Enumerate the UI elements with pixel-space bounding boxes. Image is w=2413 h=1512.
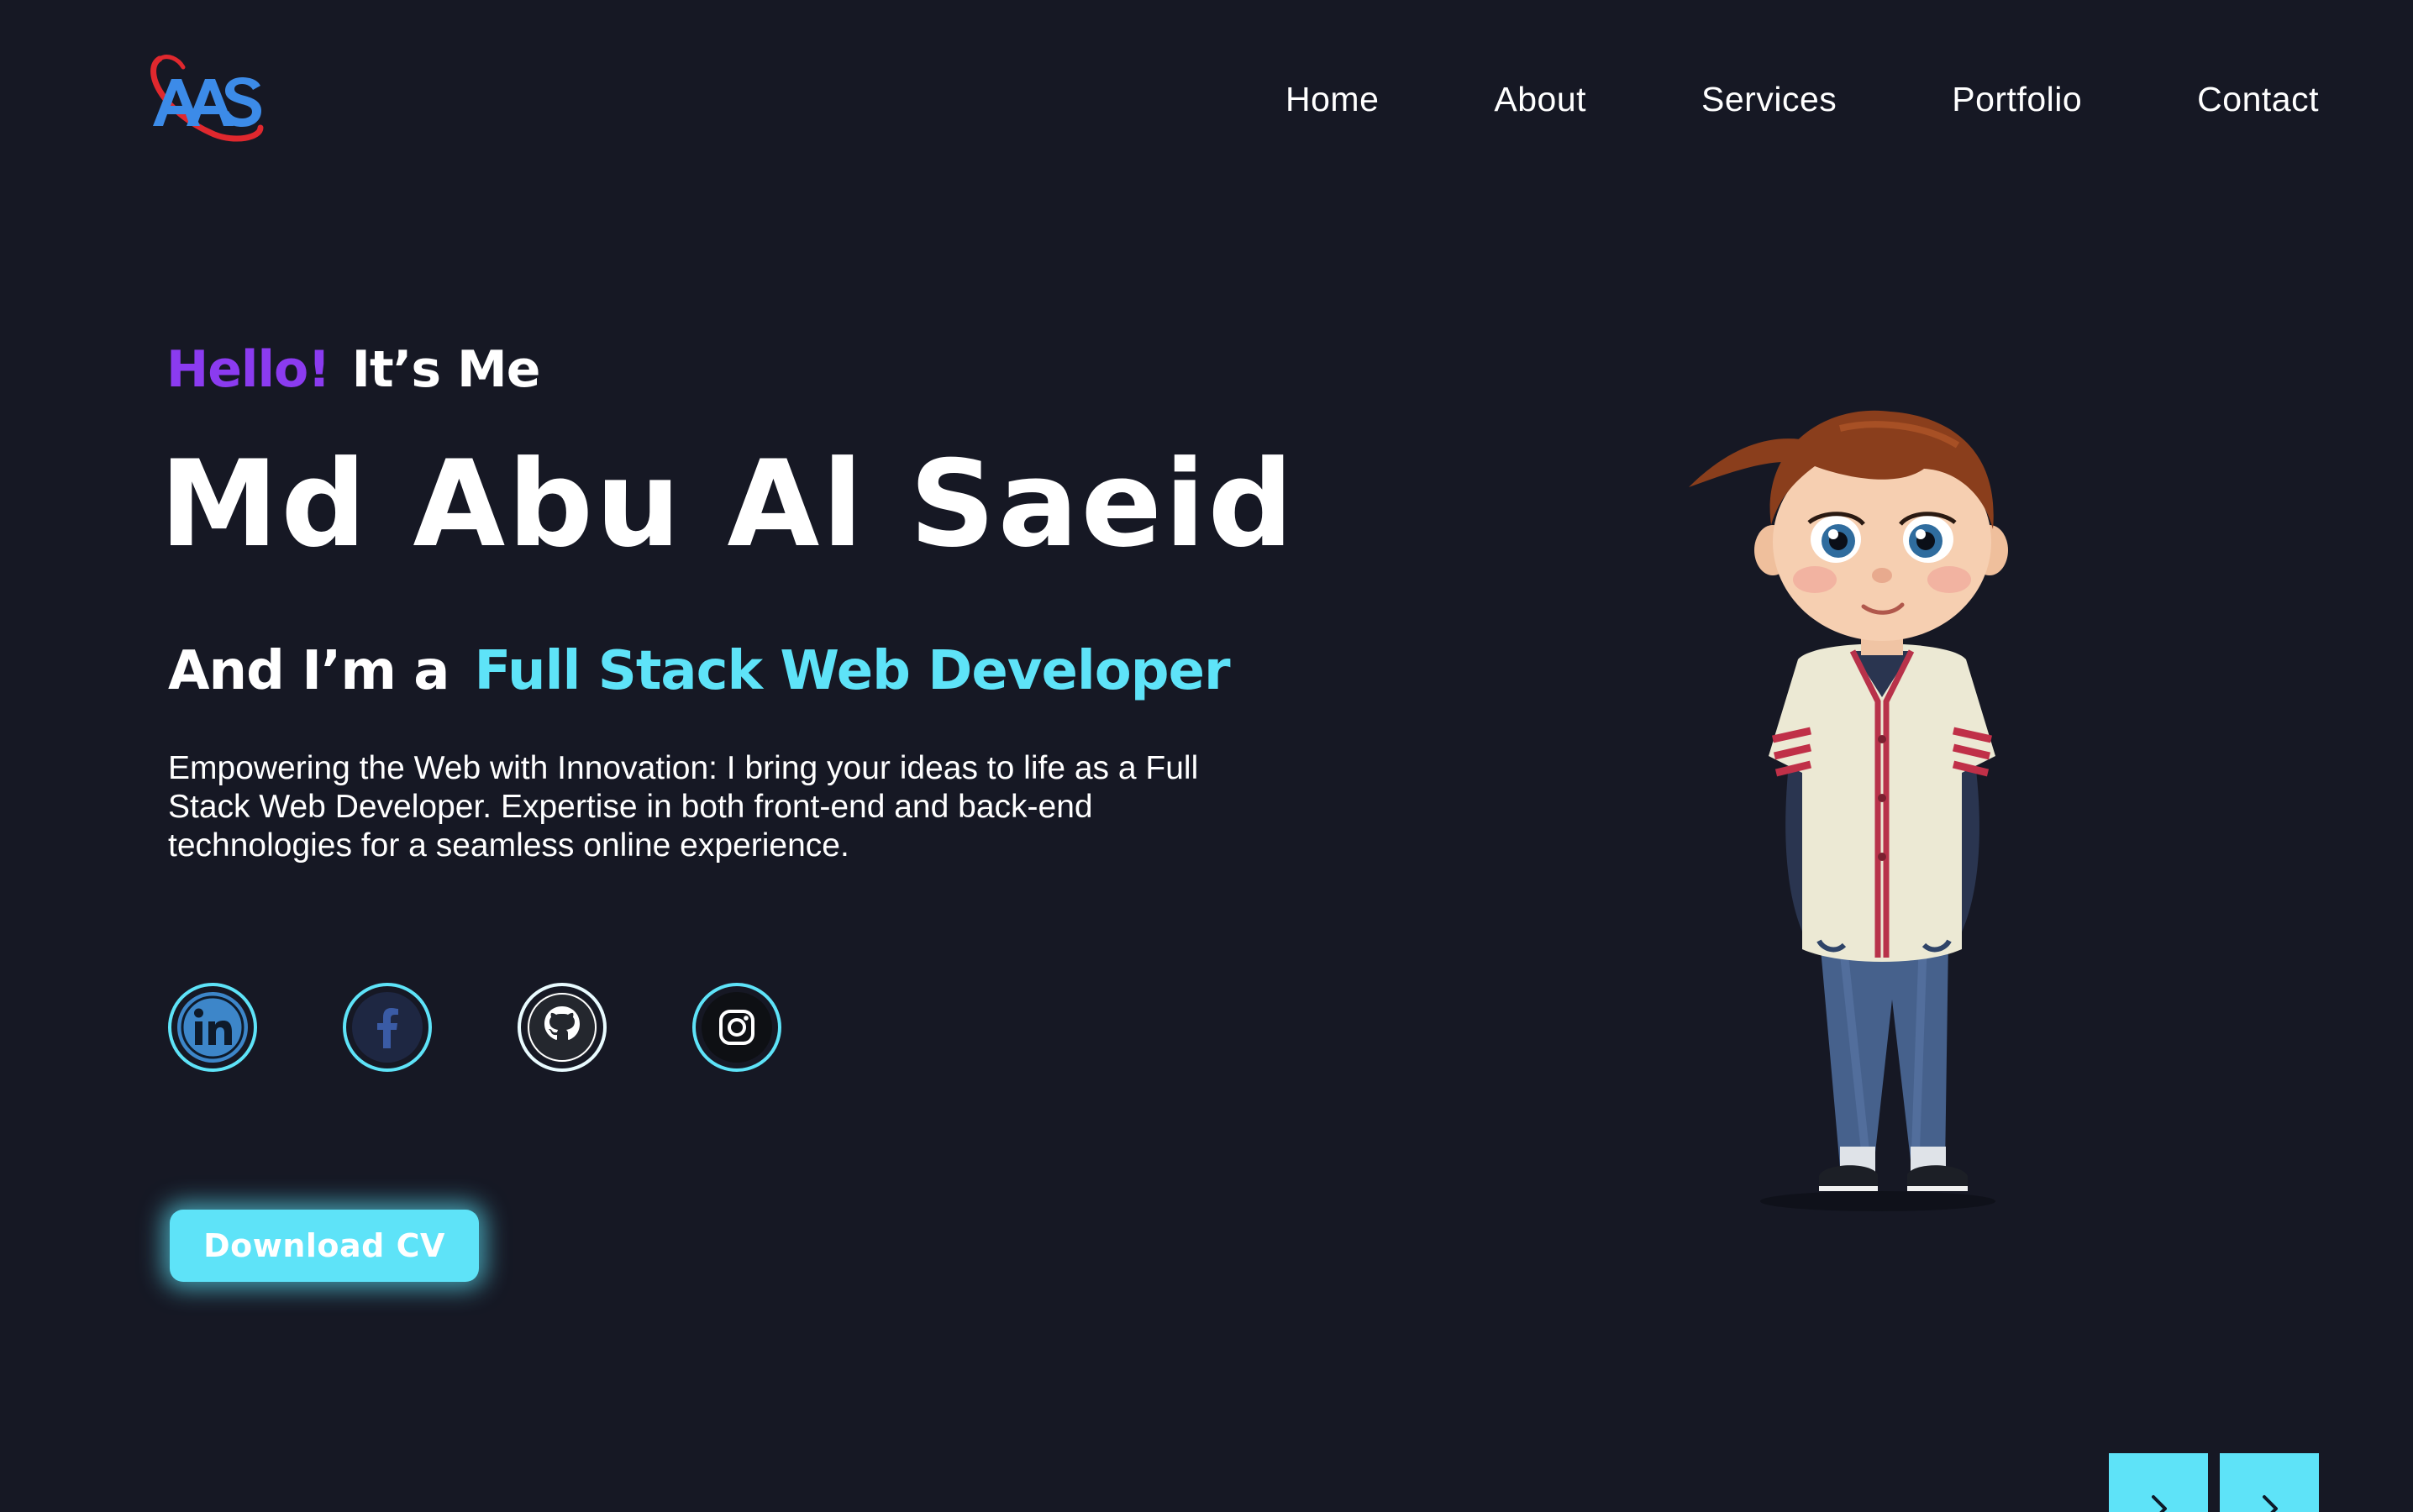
nav-link-about[interactable]: About (1494, 80, 1586, 118)
linkedin-icon (177, 992, 248, 1063)
chevron-right-icon (2263, 1495, 2278, 1512)
greeting-its-me: It’s Me (351, 340, 541, 399)
nav-link-services[interactable]: Services (1701, 80, 1837, 118)
site-logo[interactable] (134, 44, 269, 144)
nav-item-about: About (1494, 80, 1586, 119)
carousel-controls (2109, 1453, 2319, 1512)
instagram-link[interactable] (692, 983, 781, 1072)
main-nav: Home About Services Portfolio Contact (1285, 74, 2319, 124)
download-cv-button[interactable]: Download CV (170, 1210, 479, 1282)
greeting-hello: Hello! (166, 340, 331, 399)
nav-link-home[interactable]: Home (1285, 80, 1379, 118)
logo-mark-icon (150, 55, 264, 142)
nav-item-home: Home (1285, 80, 1379, 119)
next-button-2[interactable] (2220, 1453, 2319, 1512)
nav-item-portfolio: Portfolio (1952, 80, 2082, 119)
role-prefix: And I’m a (168, 640, 449, 702)
hero-greeting: Hello! It’s Me (166, 340, 541, 399)
social-links (168, 983, 781, 1079)
instagram-icon (702, 992, 772, 1063)
github-icon (527, 992, 597, 1063)
chevron-right-icon (2152, 1495, 2167, 1512)
nav-item-services: Services (1701, 80, 1837, 119)
cartoon-boy-avatar (1689, 410, 2008, 1211)
hero-role: And I’m a Full Stack Web Developer (168, 640, 1231, 702)
hero-description: Empowering the Web with Innovation: I br… (168, 750, 1199, 864)
role-title: Full Stack Web Developer (474, 640, 1230, 702)
github-link[interactable] (518, 983, 607, 1072)
facebook-link[interactable] (343, 983, 432, 1072)
nav-item-contact: Contact (2197, 80, 2319, 119)
nav-link-contact[interactable]: Contact (2197, 80, 2319, 118)
nav-link-portfolio[interactable]: Portfolio (1952, 80, 2082, 118)
linkedin-link[interactable] (168, 983, 257, 1072)
avatar-illustration (1672, 361, 2050, 1218)
facebook-icon (352, 992, 423, 1063)
next-button-1[interactable] (2109, 1453, 2208, 1512)
hero-name: Md Abu Al Saeid (160, 435, 1296, 574)
portfolio-page: Home About Services Portfolio Contact He… (0, 0, 2413, 1512)
